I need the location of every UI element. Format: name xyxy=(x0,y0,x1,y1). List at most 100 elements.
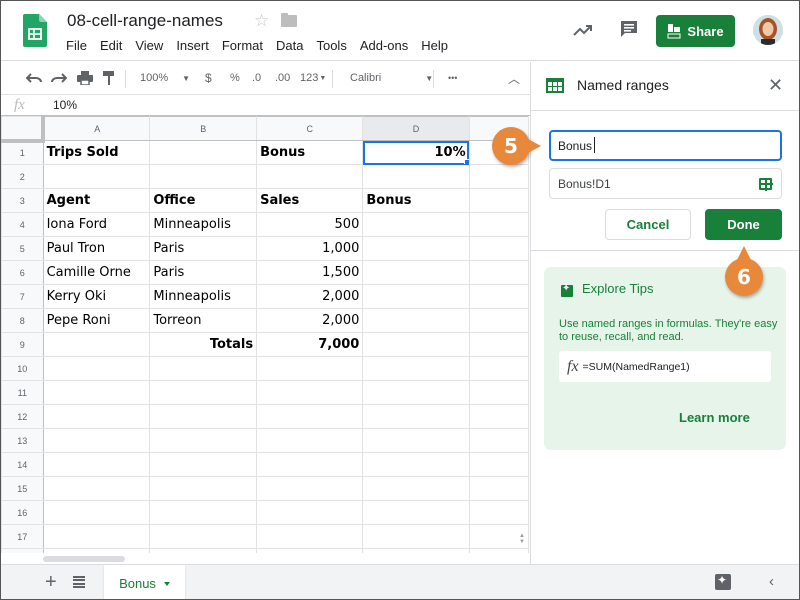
menu-tools[interactable]: Tools xyxy=(316,38,352,53)
row-header[interactable]: 17 xyxy=(1,524,44,549)
select-all-corner[interactable] xyxy=(1,116,46,143)
cell[interactable] xyxy=(149,164,258,189)
cell[interactable] xyxy=(468,164,529,189)
cell[interactable] xyxy=(42,548,151,553)
undo-icon[interactable] xyxy=(26,62,42,94)
cell[interactable] xyxy=(468,452,529,477)
sheet-tab-bonus[interactable]: Bonus xyxy=(104,565,185,599)
cell[interactable] xyxy=(362,500,470,525)
horizontal-scrollbar-thumb[interactable] xyxy=(43,556,125,562)
menu-data[interactable]: Data xyxy=(276,38,309,53)
row-header[interactable]: 14 xyxy=(1,452,44,477)
row-header[interactable]: 16 xyxy=(1,500,44,525)
cell[interactable] xyxy=(362,284,470,309)
folder-icon[interactable] xyxy=(281,13,297,27)
cell[interactable] xyxy=(149,428,258,453)
explore-icon[interactable] xyxy=(715,573,731,590)
cell[interactable]: Minneapolis xyxy=(149,284,258,309)
row-header[interactable]: 15 xyxy=(1,476,44,501)
cell[interactable]: Office xyxy=(149,188,258,213)
user-avatar[interactable] xyxy=(753,15,783,45)
cell[interactable]: Totals xyxy=(149,332,258,357)
cell[interactable] xyxy=(42,356,151,381)
row-header[interactable]: 7 xyxy=(1,284,44,309)
cell[interactable] xyxy=(149,476,258,501)
row-header[interactable]: 8 xyxy=(1,308,44,333)
cell[interactable] xyxy=(362,164,470,189)
menu-add-ons[interactable]: Add-ons xyxy=(360,38,414,53)
cell[interactable] xyxy=(468,404,529,429)
cell[interactable] xyxy=(42,476,151,501)
share-button[interactable]: Share xyxy=(656,15,735,47)
cell[interactable] xyxy=(42,332,151,357)
cell[interactable]: Bonus xyxy=(362,188,470,213)
horizontal-scrollbar[interactable] xyxy=(43,554,529,564)
cell[interactable] xyxy=(362,332,470,357)
cell[interactable] xyxy=(468,212,529,237)
learn-more-link[interactable]: Learn more xyxy=(679,410,750,425)
cell[interactable] xyxy=(468,188,529,213)
star-icon[interactable]: ☆ xyxy=(254,11,269,31)
row-header[interactable]: 9 xyxy=(1,332,44,357)
row-header[interactable]: 5 xyxy=(1,236,44,261)
cell[interactable] xyxy=(149,380,258,405)
cell[interactable] xyxy=(362,236,470,261)
percent-format-button[interactable]: % xyxy=(230,62,240,94)
cell[interactable] xyxy=(42,428,151,453)
select-range-grid-icon[interactable] xyxy=(759,178,773,191)
cell[interactable]: 2,000 xyxy=(256,308,364,333)
cell[interactable]: Trips Sold xyxy=(42,140,151,165)
cell[interactable] xyxy=(362,212,470,237)
cell[interactable] xyxy=(42,404,151,429)
cell[interactable] xyxy=(256,524,364,549)
menu-file[interactable]: File xyxy=(66,38,93,53)
chevron-left-icon[interactable]: ‹ xyxy=(769,573,774,590)
cell[interactable] xyxy=(468,260,529,285)
row-header[interactable]: 13 xyxy=(1,428,44,453)
increase-decimal-button[interactable]: .00 xyxy=(275,62,290,94)
fill-handle[interactable] xyxy=(463,159,469,164)
vertical-scroll-arrows[interactable]: ▲ ▼ xyxy=(519,533,529,553)
cell[interactable] xyxy=(362,308,470,333)
row-header[interactable]: 4 xyxy=(1,212,44,237)
cell[interactable] xyxy=(149,404,258,429)
cell[interactable]: Torreon xyxy=(149,308,258,333)
row-header[interactable]: 2 xyxy=(1,164,44,189)
paint-format-icon[interactable] xyxy=(103,62,115,94)
cell[interactable] xyxy=(256,500,364,525)
add-sheet-icon[interactable]: + xyxy=(45,571,57,594)
cancel-button[interactable]: Cancel xyxy=(605,209,691,240)
cell[interactable] xyxy=(42,380,151,405)
cell[interactable] xyxy=(468,380,529,405)
cell[interactable]: 500 xyxy=(256,212,364,237)
cell[interactable]: 1,000 xyxy=(256,236,364,261)
redo-icon[interactable] xyxy=(51,62,67,94)
cell[interactable] xyxy=(256,380,364,405)
cell[interactable]: Bonus xyxy=(256,140,364,165)
row-header[interactable] xyxy=(1,548,44,553)
cell[interactable] xyxy=(149,356,258,381)
cell[interactable] xyxy=(256,476,364,501)
cell[interactable] xyxy=(362,380,470,405)
cell[interactable] xyxy=(468,500,529,525)
more-options-button[interactable]: ••• xyxy=(448,62,457,94)
cell[interactable] xyxy=(149,452,258,477)
row-header[interactable]: 10 xyxy=(1,356,44,381)
cell[interactable] xyxy=(468,236,529,261)
cell[interactable] xyxy=(42,524,151,549)
column-header-d[interactable]: D xyxy=(362,116,470,141)
cell[interactable] xyxy=(256,356,364,381)
range-name-input[interactable] xyxy=(549,130,782,161)
print-icon[interactable] xyxy=(77,62,93,94)
cell[interactable]: 7,000 xyxy=(256,332,364,357)
row-header[interactable]: 11 xyxy=(1,380,44,405)
cell[interactable] xyxy=(149,524,258,549)
cell[interactable] xyxy=(362,548,470,553)
cell[interactable]: Paris xyxy=(149,236,258,261)
menu-help[interactable]: Help xyxy=(421,38,454,53)
cell[interactable] xyxy=(256,164,364,189)
cell[interactable] xyxy=(256,404,364,429)
row-header[interactable]: 1 xyxy=(1,140,44,165)
decrease-decimal-button[interactable]: .0 xyxy=(252,62,261,94)
cell[interactable] xyxy=(468,308,529,333)
